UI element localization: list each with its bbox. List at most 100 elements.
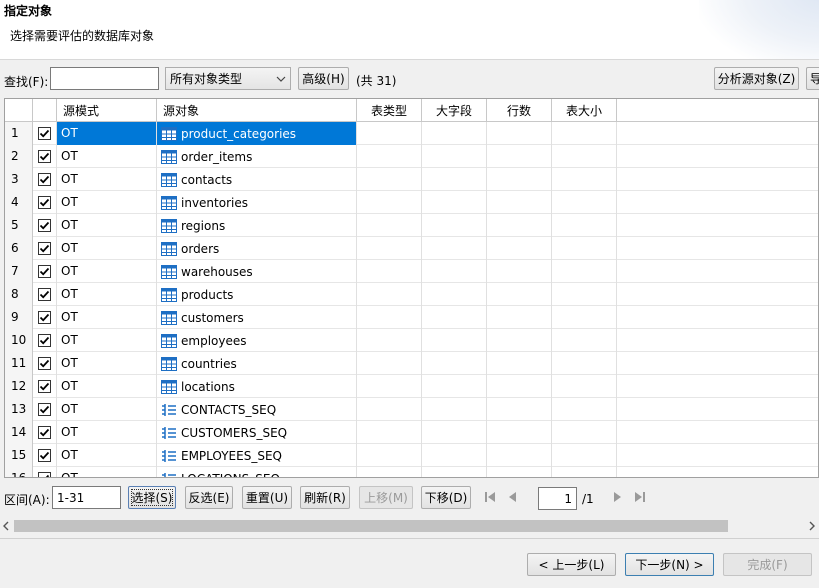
row-checkbox[interactable] xyxy=(38,449,51,462)
source-object-name: countries xyxy=(181,356,237,371)
table-row[interactable]: 16 OT LOCATIONS_SEQ xyxy=(5,467,818,477)
header-row-count[interactable]: 行数 xyxy=(487,99,552,122)
source-schema-cell: OT xyxy=(57,352,157,375)
next-page-icon[interactable] xyxy=(612,490,624,504)
table-row[interactable]: 12 OT locations xyxy=(5,375,818,398)
table-row[interactable]: 15 OT EMPLOYEES_SEQ xyxy=(5,444,818,467)
source-object-cell: products xyxy=(157,283,357,306)
row-checkbox[interactable] xyxy=(38,288,51,301)
source-object-cell: locations xyxy=(157,375,357,398)
lob-cell xyxy=(422,421,487,444)
table-size-cell xyxy=(552,260,617,283)
row-checkbox[interactable] xyxy=(38,173,51,186)
row-checkbox-cell xyxy=(33,191,57,214)
table-row[interactable]: 5 OT regions xyxy=(5,214,818,237)
table-icon xyxy=(161,195,177,210)
select-button[interactable]: 选择(S) xyxy=(128,486,176,509)
table-row[interactable]: 1 OT product_categories xyxy=(5,122,818,145)
row-checkbox[interactable] xyxy=(38,426,51,439)
source-schema-cell: OT xyxy=(57,329,157,352)
row-checkbox[interactable] xyxy=(38,357,51,370)
row-checkbox-cell xyxy=(33,444,57,467)
source-object-name: CONTACTS_SEQ xyxy=(181,402,277,417)
table-type-cell xyxy=(357,191,422,214)
table-size-cell xyxy=(552,306,617,329)
previous-step-button[interactable]: < 上一步(L) xyxy=(527,553,616,576)
scroll-left-icon[interactable] xyxy=(2,521,10,531)
analyze-source-button[interactable]: 分析源对象(Z) xyxy=(714,67,799,90)
source-object-name: customers xyxy=(181,310,244,325)
footer-divider xyxy=(0,538,819,539)
finish-button[interactable]: 完成(F) xyxy=(723,553,812,576)
table-row[interactable]: 13 OT CONTACTS_SEQ xyxy=(5,398,818,421)
row-checkbox-cell xyxy=(33,375,57,398)
source-object-cell: contacts xyxy=(157,168,357,191)
row-count-cell xyxy=(487,421,552,444)
table-row[interactable]: 10 OT employees xyxy=(5,329,818,352)
table-row[interactable]: 2 OT order_items xyxy=(5,145,818,168)
table-row[interactable]: 8 OT products xyxy=(5,283,818,306)
scroll-right-icon[interactable] xyxy=(808,521,816,531)
object-type-select[interactable]: 所有对象类型 xyxy=(165,67,291,90)
last-page-icon[interactable] xyxy=(633,490,647,504)
reset-button[interactable]: 重置(U) xyxy=(242,486,292,509)
next-step-button[interactable]: 下一步(N) > xyxy=(625,553,714,576)
sequence-icon xyxy=(162,449,176,462)
previous-page-icon[interactable] xyxy=(506,490,518,504)
row-checkbox[interactable] xyxy=(38,127,51,140)
horizontal-scrollbar[interactable] xyxy=(0,518,819,534)
move-down-button[interactable]: 下移(D) xyxy=(421,486,471,509)
lob-cell xyxy=(422,329,487,352)
move-up-button[interactable]: 上移(M) xyxy=(359,486,413,509)
row-checkbox[interactable] xyxy=(38,196,51,209)
header-source-schema[interactable]: 源模式 xyxy=(57,99,157,122)
table-size-cell xyxy=(552,237,617,260)
invert-selection-button[interactable]: 反选(E) xyxy=(185,486,233,509)
source-object-name: warehouses xyxy=(181,264,253,279)
table-row[interactable]: 11 OT countries xyxy=(5,352,818,375)
table-row[interactable]: 7 OT warehouses xyxy=(5,260,818,283)
row-checkbox[interactable] xyxy=(38,242,51,255)
header-table-size[interactable]: 表大小 xyxy=(552,99,617,122)
row-number: 7 xyxy=(5,260,33,283)
source-object-name: product_categories xyxy=(181,126,297,141)
export-button[interactable]: 导 xyxy=(806,67,819,90)
row-checkbox[interactable] xyxy=(38,311,51,324)
source-object-name: products xyxy=(181,287,234,302)
refresh-button[interactable]: 刷新(R) xyxy=(300,486,350,509)
header-source-object[interactable]: 源对象 xyxy=(157,99,357,122)
range-input[interactable] xyxy=(52,486,121,509)
table-type-cell xyxy=(357,283,422,306)
page-number-input[interactable] xyxy=(538,487,577,510)
table-type-cell xyxy=(357,375,422,398)
table-icon xyxy=(161,264,177,279)
table-row[interactable]: 4 OT inventories xyxy=(5,191,818,214)
table-size-cell xyxy=(552,421,617,444)
table-row[interactable]: 9 OT customers xyxy=(5,306,818,329)
table-row[interactable]: 6 OT orders xyxy=(5,237,818,260)
row-checkbox[interactable] xyxy=(38,334,51,347)
advanced-button[interactable]: 高级(H) xyxy=(298,67,349,90)
header-lob[interactable]: 大字段 xyxy=(422,99,487,122)
table-type-cell xyxy=(357,444,422,467)
source-object-cell: inventories xyxy=(157,191,357,214)
header-table-type[interactable]: 表类型 xyxy=(357,99,422,122)
checkmark-icon xyxy=(39,405,50,414)
table-row[interactable]: 3 OT contacts xyxy=(5,168,818,191)
row-checkbox[interactable] xyxy=(38,150,51,163)
table-row[interactable]: 14 OT CUSTOMERS_SEQ xyxy=(5,421,818,444)
row-checkbox-cell xyxy=(33,214,57,237)
checkmark-icon xyxy=(39,267,50,276)
row-checkbox[interactable] xyxy=(38,265,51,278)
source-object-name: locations xyxy=(181,379,235,394)
row-checkbox[interactable] xyxy=(38,472,51,477)
table-icon xyxy=(161,356,177,371)
row-checkbox[interactable] xyxy=(38,380,51,393)
find-input[interactable] xyxy=(50,67,159,90)
row-checkbox[interactable] xyxy=(38,403,51,416)
scrollbar-thumb[interactable] xyxy=(14,520,728,532)
first-page-icon[interactable] xyxy=(483,490,497,504)
source-object-name: orders xyxy=(181,241,220,256)
table-type-cell xyxy=(357,306,422,329)
row-checkbox[interactable] xyxy=(38,219,51,232)
